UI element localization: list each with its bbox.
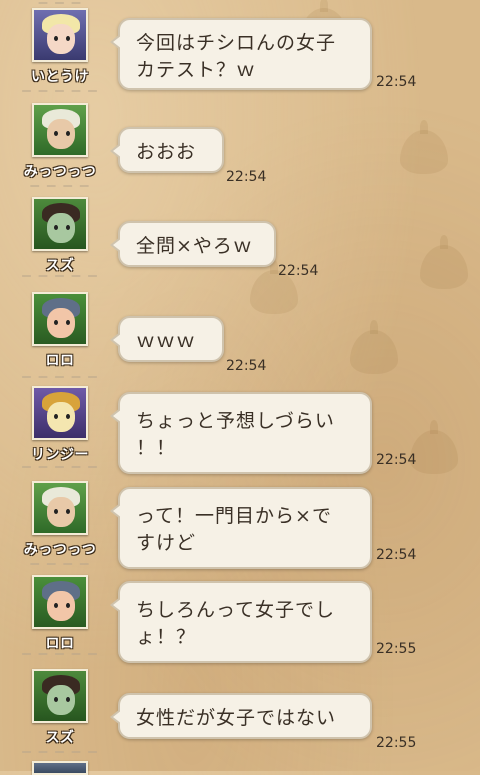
sender-name: スズ: [45, 258, 75, 274]
message-bubble[interactable]: 全問×やろｗ: [110, 221, 276, 267]
sender-name: いとうけ: [31, 69, 89, 85]
avatar-mittsuttsu-icon[interactable]: [32, 481, 88, 535]
message-time: 22:54: [226, 169, 267, 185]
sender-subname: ー ー ー ー ー: [21, 651, 99, 659]
sender-subname: ー ー ー ー ー: [21, 374, 99, 382]
sender-name: スズ: [45, 730, 75, 746]
avatar-mittsuttsu-icon[interactable]: [32, 103, 88, 157]
avatar-suzu-icon[interactable]: [32, 669, 88, 723]
avatar-suzu-icon[interactable]: [32, 197, 88, 251]
message-bubble[interactable]: ｗｗｗ: [110, 316, 224, 362]
message-bubble[interactable]: おおお: [110, 127, 224, 173]
avatar-itouke-icon[interactable]: [32, 8, 88, 62]
chat-feed[interactable]: ー ー ー いとうけ ー ー ー ー ー 今回はチシロんの女子 カテスト？ｗ 2…: [0, 0, 480, 775]
message-bubble[interactable]: 女性だが女子ではない: [110, 693, 372, 739]
avatar-partial-icon[interactable]: [32, 761, 88, 775]
sender-subname: ー ー ー ー ー: [21, 273, 99, 281]
message-time: 22:54: [376, 452, 417, 468]
message-bubble[interactable]: ちょっと予想しづらい ！！: [110, 392, 372, 474]
partial-top-name: ー ー ー: [20, 0, 100, 6]
avatar-roro-icon[interactable]: [32, 575, 88, 629]
message-time: 22:55: [376, 641, 417, 657]
message-time: 22:54: [376, 547, 417, 563]
message-time: 22:54: [376, 74, 417, 90]
message-bubble[interactable]: って！一門目から×で すけど: [110, 487, 372, 569]
message-time: 22:54: [226, 358, 267, 374]
avatar-rinjii-icon[interactable]: [32, 386, 88, 440]
sender-subname: ー ー ー ー: [29, 561, 91, 569]
sender-name: ロロ: [45, 353, 75, 369]
avatar-roro-icon[interactable]: [32, 292, 88, 346]
sender-name: ロロ: [45, 636, 75, 652]
sender-name: リンジー: [31, 447, 89, 463]
message-time: 22:54: [278, 263, 319, 279]
sender-subname: ー ー ー ー ー: [21, 749, 99, 757]
sender-name: みっつっつ: [23, 164, 97, 180]
message-bubble[interactable]: ちしろんって女子でし ょ！？: [110, 581, 372, 663]
message-time: 22:55: [376, 735, 417, 751]
sender-name: みっつっつ: [23, 542, 97, 558]
sender-subname: ー ー ー ー ー: [21, 88, 99, 96]
sender-subname: ー ー ー ー ー: [21, 464, 99, 472]
message-bubble[interactable]: 今回はチシロんの女子 カテスト？ｗ: [110, 18, 372, 90]
sender-subname: ー ー ー ー: [29, 183, 91, 191]
